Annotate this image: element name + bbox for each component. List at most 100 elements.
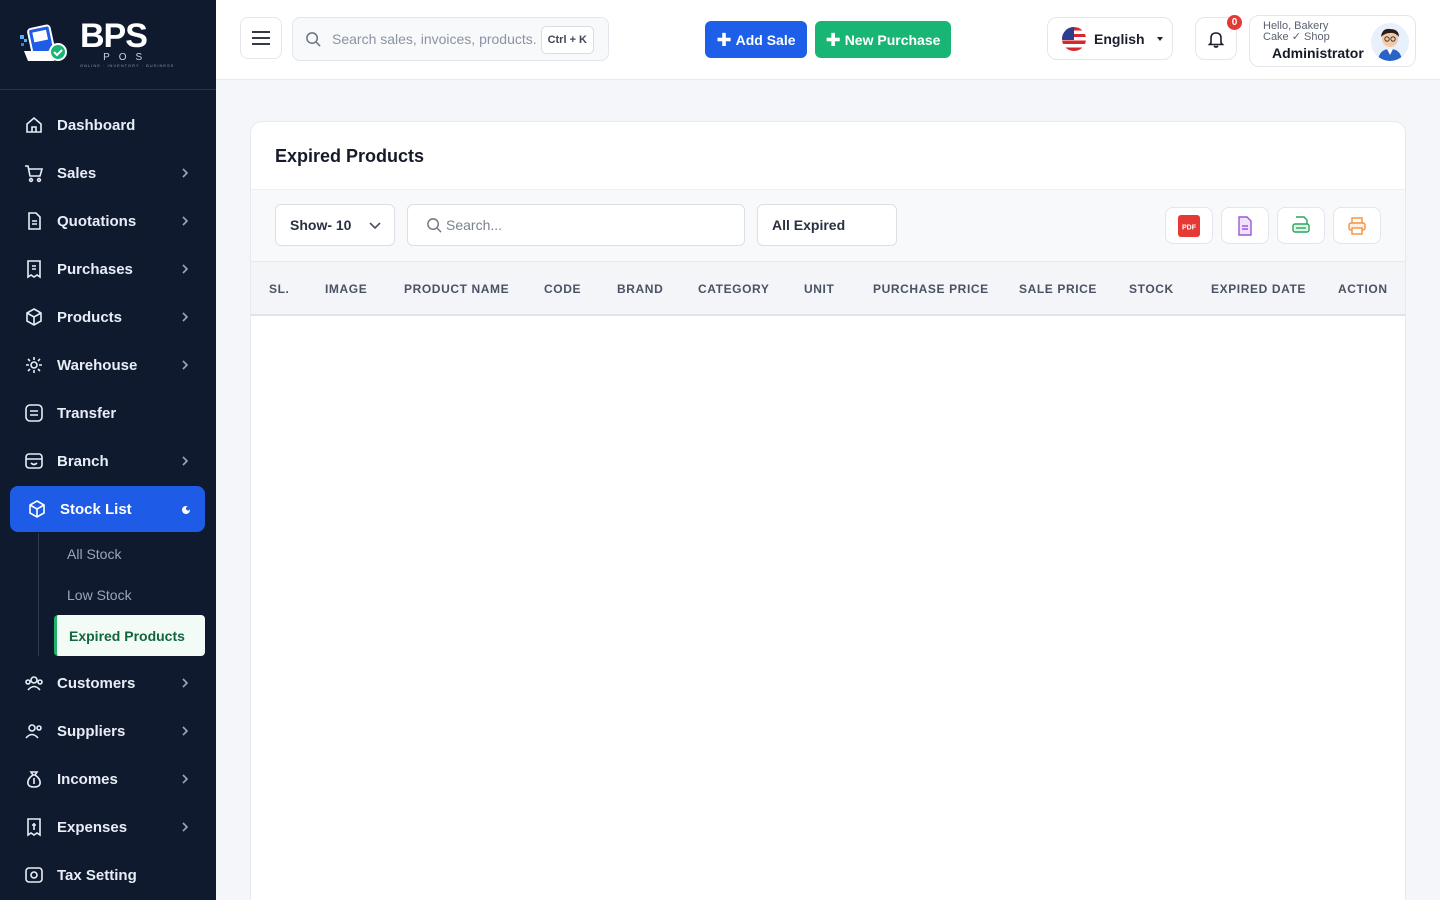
sidebar-item-label: Suppliers xyxy=(57,722,126,740)
store-icon xyxy=(24,451,44,471)
page-size-label: Show- 10 xyxy=(290,217,352,233)
column-header-brand[interactable]: BRAND xyxy=(617,282,663,296)
cart-icon xyxy=(24,163,44,183)
sidebar-item-label: Quotations xyxy=(57,212,137,230)
sidebar-item-label: Customers xyxy=(57,674,136,692)
table-search-input[interactable]: Search... xyxy=(407,204,745,246)
submenu-item-low-stock[interactable]: Low Stock xyxy=(54,574,216,615)
top-bar: Search sales, invoices, products... Ctrl… xyxy=(216,0,1440,80)
sidebar-item-incomes[interactable]: Incomes xyxy=(0,755,216,803)
sidebar-item-branch[interactable]: Branch xyxy=(0,437,216,485)
column-header-unit[interactable]: UNIT xyxy=(804,282,834,296)
cube-icon xyxy=(27,499,47,519)
chevron-down-icon xyxy=(369,222,381,230)
supplier-icon xyxy=(24,721,44,741)
chevron-right-icon xyxy=(182,360,189,370)
column-header-code[interactable]: CODE xyxy=(544,282,581,296)
sidebar-item-dashboard[interactable]: Dashboard xyxy=(0,101,216,149)
chevron-right-icon xyxy=(182,774,189,784)
column-header-expired-date[interactable]: EXPIRED DATE xyxy=(1211,282,1306,296)
plus-icon: ✚ xyxy=(716,29,732,50)
language-select[interactable]: English xyxy=(1047,17,1173,60)
column-header-product-name[interactable]: PRODUCT NAME xyxy=(404,282,509,296)
pos-terminal-icon xyxy=(18,21,74,69)
column-header-stock[interactable]: STOCK xyxy=(1129,282,1174,296)
sidebar-item-label: Branch xyxy=(57,452,109,470)
sidebar-item-label: Transfer xyxy=(57,404,117,422)
chevron-right-icon xyxy=(182,822,189,832)
sidebar-item-transfer[interactable]: Transfer xyxy=(0,389,216,437)
sidebar-item-quotations[interactable]: Quotations xyxy=(0,197,216,245)
export-pdf-button[interactable]: PDF xyxy=(1165,207,1213,244)
plus-icon: ✚ xyxy=(825,29,841,50)
sidebar-item-products[interactable]: Products xyxy=(0,293,216,341)
avatar xyxy=(1371,23,1409,61)
home-icon xyxy=(24,115,44,135)
column-header-category[interactable]: CATEGORY xyxy=(698,282,769,296)
column-header-purchase-price[interactable]: PURCHASE PRICE xyxy=(873,282,989,296)
sidebar-item-label: Purchases xyxy=(57,260,133,278)
bell-icon xyxy=(1207,31,1225,48)
submenu-item-all-stock[interactable]: All Stock xyxy=(54,533,216,574)
box-icon xyxy=(24,307,44,327)
page-size-select[interactable]: Show- 10 xyxy=(275,204,395,246)
users-icon xyxy=(24,673,44,693)
notification-count-badge: 0 xyxy=(1227,15,1242,30)
menu-toggle-button[interactable] xyxy=(240,17,282,59)
sidebar-item-label: Tax Setting xyxy=(57,866,137,884)
sidebar-item-purchases[interactable]: Purchases xyxy=(0,245,216,293)
new-purchase-button[interactable]: ✚ New Purchase xyxy=(815,21,951,58)
stock-submenu: All Stock Low Stock Expired Products xyxy=(0,533,216,656)
chevron-right-icon xyxy=(182,168,189,178)
sidebar-item-expenses[interactable]: Expenses xyxy=(0,803,216,851)
pdf-icon-label: PDF xyxy=(1182,224,1197,231)
submenu-item-expired-products[interactable]: Expired Products xyxy=(54,615,205,656)
export-doc-button[interactable] xyxy=(1221,207,1269,244)
export-csv-button[interactable] xyxy=(1277,207,1325,244)
us-flag-icon xyxy=(1062,26,1086,51)
document-icon xyxy=(1238,215,1252,236)
chevron-right-icon xyxy=(182,264,189,274)
sidebar-item-label: Expenses xyxy=(57,818,128,836)
column-header-sale-price[interactable]: SALE PRICE xyxy=(1019,282,1097,296)
brand-logo[interactable]: BPS POS ONLINE · INVENTORY · BUSINESS xyxy=(0,0,216,90)
column-header-action: ACTION xyxy=(1338,282,1388,296)
user-role: Administrator xyxy=(1272,45,1364,61)
transfer-icon xyxy=(24,403,44,423)
user-greeting: Hello, Bakery Cake ✓ Shop xyxy=(1263,20,1330,43)
warehouse-icon xyxy=(24,355,44,375)
table-toolbar: Show- 10 Search... All Expired PDF xyxy=(251,189,1405,261)
sidebar-item-customers[interactable]: Customers xyxy=(0,659,216,707)
sidebar-item-label: Products xyxy=(57,308,123,326)
global-search-input[interactable]: Search sales, invoices, products... Ctrl… xyxy=(292,17,609,61)
sidebar-item-label: Sales xyxy=(57,164,97,182)
tax-icon xyxy=(24,865,44,885)
sidebar-item-warehouse[interactable]: Warehouse xyxy=(0,341,216,389)
table-header: SL. IMAGE PRODUCT NAME CODE BRAND CATEGO… xyxy=(251,261,1405,316)
caret-down-icon xyxy=(1156,36,1163,41)
expense-icon xyxy=(24,817,44,837)
table-search-placeholder: Search... xyxy=(446,217,503,233)
document-icon xyxy=(24,211,44,231)
user-profile-menu[interactable]: Hello, Bakery Cake ✓ Shop Administrator xyxy=(1249,15,1416,67)
sidebar-item-tax-setting[interactable]: Tax Setting xyxy=(0,851,216,899)
sidebar-item-suppliers[interactable]: Suppliers xyxy=(0,707,216,755)
expiry-filter-select[interactable]: All Expired xyxy=(757,204,897,246)
search-placeholder: Search sales, invoices, products... xyxy=(332,31,538,47)
sidebar-item-sales[interactable]: Sales xyxy=(0,149,216,197)
brand-name: BPS xyxy=(80,17,148,55)
add-sale-button[interactable]: ✚ Add Sale xyxy=(705,21,807,58)
add-sale-label: Add Sale xyxy=(735,31,796,48)
column-header-sl: SL. xyxy=(269,282,290,296)
sidebar: BPS POS ONLINE · INVENTORY · BUSINESS Da… xyxy=(0,0,216,900)
chevron-right-icon xyxy=(182,678,189,688)
print-button[interactable] xyxy=(1333,207,1381,244)
sidebar-item-stock-list[interactable]: Stock List xyxy=(10,486,205,532)
page-title: Expired Products xyxy=(275,146,425,166)
notifications-button[interactable]: 0 xyxy=(1195,15,1242,60)
receipt-icon xyxy=(24,259,44,279)
chevron-right-icon xyxy=(182,312,189,322)
collapse-indicator-icon xyxy=(182,506,190,514)
sidebar-menu: Dashboard Sales Quotations Purchases Pro… xyxy=(0,90,216,899)
brand-tagline: ONLINE · INVENTORY · BUSINESS xyxy=(80,63,175,68)
